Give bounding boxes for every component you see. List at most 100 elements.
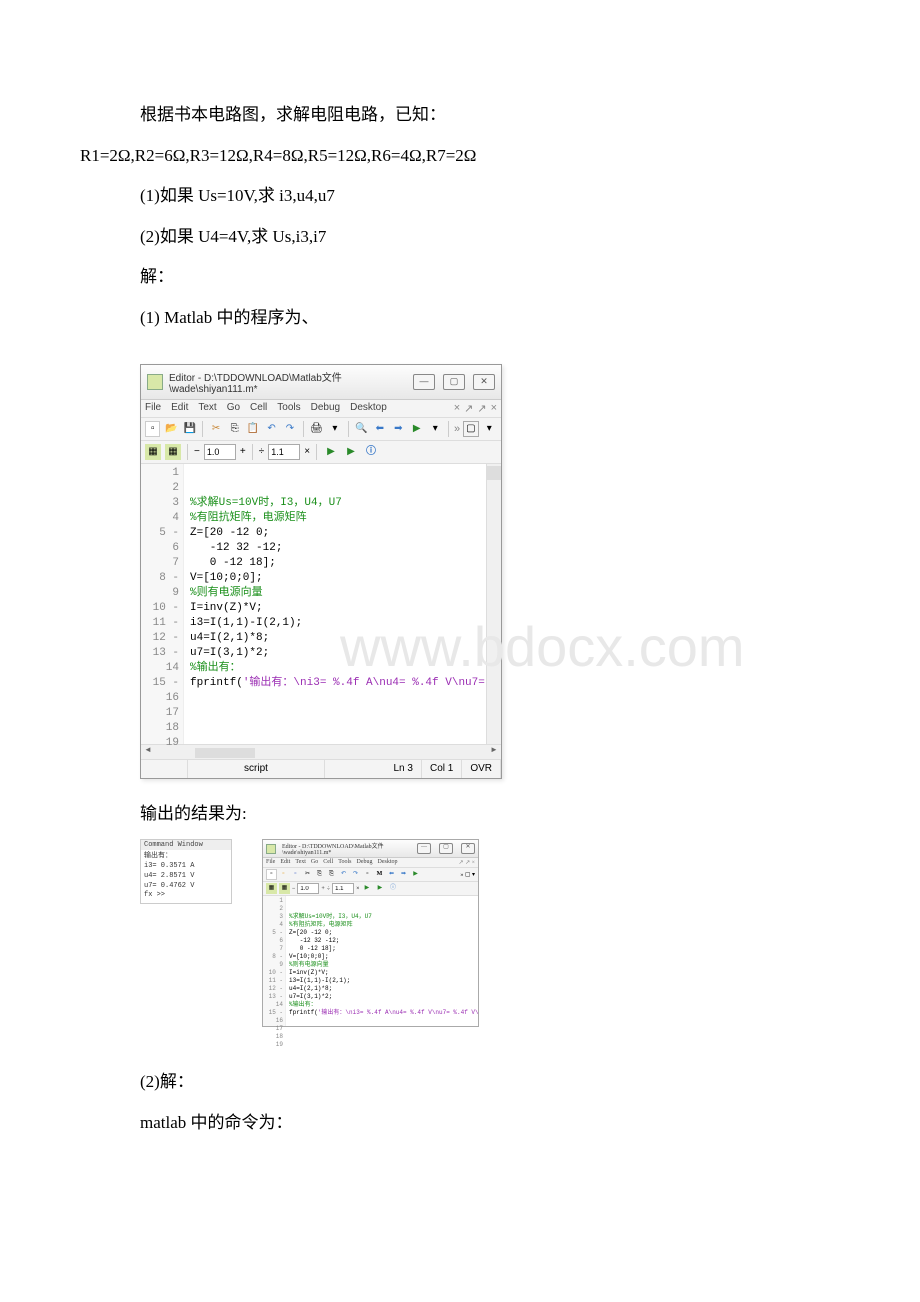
- back-icon[interactable]: ⬅: [372, 421, 387, 437]
- small-menu-file[interactable]: File: [266, 859, 275, 866]
- small-menu-edit[interactable]: Edit: [280, 859, 290, 866]
- small-undo-icon[interactable]: ↶: [338, 869, 349, 880]
- small-paste-icon[interactable]: ⎘: [326, 869, 337, 880]
- toolbar-dropdown-icon[interactable]: ▾: [482, 421, 497, 437]
- info-icon[interactable]: ⓘ: [363, 444, 379, 460]
- menu-file[interactable]: File: [145, 402, 161, 415]
- code-area[interactable]: 12345 -678 -910 -11 -12 -13 -1415 -16171…: [141, 464, 501, 744]
- close-button[interactable]: ✕: [473, 374, 495, 390]
- cell-minus[interactable]: −: [194, 446, 200, 457]
- small-menu-desktop[interactable]: Desktop: [378, 859, 398, 866]
- code-editor[interactable]: %求解Us=10V时，I3，U4，U7%有阻抗矩阵，电源矩阵Z=[20 -12 …: [184, 464, 486, 744]
- paste-icon[interactable]: 📋: [245, 421, 260, 437]
- menu-text[interactable]: Text: [198, 402, 216, 415]
- small-menu-go[interactable]: Go: [311, 859, 318, 866]
- scroll-left-icon[interactable]: ◄: [141, 745, 155, 759]
- open-icon[interactable]: 📂: [163, 421, 178, 437]
- menu-debug[interactable]: Debug: [311, 402, 340, 415]
- small-titlebar[interactable]: Editor - D:\TDDOWNLOAD\Matlab文件\wade\shi…: [263, 840, 478, 858]
- solve-label: 解：: [140, 262, 840, 293]
- find-icon[interactable]: 🔍: [354, 421, 369, 437]
- horizontal-scrollbar[interactable]: ◄ ►: [141, 744, 501, 759]
- cell-plus[interactable]: +: [240, 446, 246, 457]
- small-find-icon[interactable]: M: [374, 869, 385, 880]
- minimize-button[interactable]: —: [413, 374, 435, 390]
- small-step-input[interactable]: [297, 883, 319, 894]
- menubar: File Edit Text Go Cell Tools Debug Deskt…: [141, 400, 501, 418]
- command-window: Command Window 输出有： i3= 0.3571 A u4= 2.8…: [140, 839, 232, 904]
- small-menu-text[interactable]: Text: [295, 859, 306, 866]
- menu-more-icon[interactable]: ×: [454, 402, 460, 415]
- small-open-icon[interactable]: ▫: [278, 869, 289, 880]
- cmd-line: i3= 0.3571 A: [144, 862, 228, 872]
- run-dropdown-icon[interactable]: ▾: [427, 421, 442, 437]
- cell-mult[interactable]: ×: [304, 446, 310, 457]
- menu-edit[interactable]: Edit: [171, 402, 188, 415]
- small-close-button[interactable]: ✕: [461, 843, 475, 854]
- small-cell-toolbar: ▦ ▦ −+ ÷× ▶ ▶ ⓘ: [263, 882, 478, 896]
- vertical-scrollbar[interactable]: [486, 464, 501, 744]
- cell-mult-input[interactable]: [268, 444, 300, 460]
- find-dropdown-icon[interactable]: ▾: [327, 421, 342, 437]
- small-code-area[interactable]: 12345 -678 -910 -11 -12 -13 -1415 -16171…: [263, 896, 478, 1026]
- dock-icon[interactable]: ▢: [463, 421, 478, 437]
- redo-icon[interactable]: ↷: [282, 421, 297, 437]
- menu-desktop[interactable]: Desktop: [350, 402, 387, 415]
- problem-intro: 根据书本电路图，求解电阻电路，已知：: [140, 100, 840, 131]
- small-forward-icon[interactable]: ➡: [398, 869, 409, 880]
- toolbar-more-icon[interactable]: »: [454, 423, 460, 435]
- small-print-icon[interactable]: ▫: [362, 869, 373, 880]
- small-cell-icon[interactable]: ▦: [266, 883, 277, 894]
- menu-undock-icon[interactable]: ↗: [477, 402, 486, 415]
- small-menu-cell[interactable]: Cell: [323, 859, 333, 866]
- save-icon[interactable]: 💾: [182, 421, 197, 437]
- small-cut-icon[interactable]: ✂: [302, 869, 313, 880]
- cell-step-input[interactable]: [204, 444, 236, 460]
- matlab-editor-small: Editor - D:\TDDOWNLOAD\Matlab文件\wade\shi…: [262, 839, 479, 1027]
- titlebar[interactable]: Editor - D:\TDDOWNLOAD\Matlab文件\wade\shi…: [141, 365, 501, 400]
- cell-advance-icon[interactable]: ▶: [343, 444, 359, 460]
- small-window-title: Editor - D:\TDDOWNLOAD\Matlab文件\wade\shi…: [282, 841, 417, 856]
- menu-tools[interactable]: Tools: [277, 402, 300, 415]
- small-mult-input[interactable]: [332, 883, 354, 894]
- small-minimize-button[interactable]: —: [417, 843, 431, 854]
- cell-run-icon[interactable]: ▶: [323, 444, 339, 460]
- maximize-button[interactable]: ▢: [443, 374, 465, 390]
- run-icon[interactable]: ▶: [409, 421, 424, 437]
- small-menu-tools[interactable]: Tools: [338, 859, 351, 866]
- small-back-icon[interactable]: ⬅: [386, 869, 397, 880]
- small-cell-icon-2[interactable]: ▦: [279, 883, 290, 894]
- scroll-right-icon[interactable]: ►: [487, 745, 501, 759]
- cell-divide[interactable]: ÷: [259, 446, 265, 457]
- command-prompt[interactable]: fx >>: [144, 891, 228, 901]
- cell-icon-2[interactable]: ▦: [165, 444, 181, 460]
- small-redo-icon[interactable]: ↷: [350, 869, 361, 880]
- forward-icon[interactable]: ➡: [391, 421, 406, 437]
- small-gutter: 12345 -678 -910 -11 -12 -13 -1415 -16171…: [263, 896, 286, 1026]
- small-code-editor[interactable]: %求解Us=10V时，I3，U4，U7%有阻抗矩阵，电源矩阵Z=[20 -12 …: [286, 896, 478, 1026]
- part2-cmd: matlab 中的命令为：: [140, 1108, 840, 1139]
- small-menu-debug[interactable]: Debug: [357, 859, 373, 866]
- small-info-icon[interactable]: ⓘ: [387, 883, 398, 894]
- status-ovr: OVR: [462, 760, 501, 778]
- menu-close-icon[interactable]: ×: [491, 402, 497, 415]
- menu-go[interactable]: Go: [227, 402, 240, 415]
- question-2: (2)如果 U4=4V,求 Us,i3,i7: [140, 222, 840, 253]
- small-new-icon[interactable]: ▫: [266, 869, 277, 880]
- print-icon[interactable]: 🖨: [309, 421, 324, 437]
- menu-cell[interactable]: Cell: [250, 402, 267, 415]
- new-icon[interactable]: ▫: [145, 421, 160, 437]
- small-cell-adv-icon[interactable]: ▶: [374, 883, 385, 894]
- copy-icon[interactable]: ⎘: [227, 421, 242, 437]
- small-cell-run-icon[interactable]: ▶: [361, 883, 372, 894]
- small-copy-icon[interactable]: ⎘: [314, 869, 325, 880]
- cmd-line: u4= 2.8571 V: [144, 872, 228, 882]
- cell-icon-1[interactable]: ▦: [145, 444, 161, 460]
- cmd-line: u7= 0.4762 V: [144, 882, 228, 892]
- menu-expand-icon[interactable]: ↗: [464, 402, 473, 415]
- small-maximize-button[interactable]: ▢: [439, 843, 453, 854]
- small-run-icon[interactable]: ▶: [410, 869, 421, 880]
- cut-icon[interactable]: ✂: [208, 421, 223, 437]
- small-save-icon[interactable]: ▫: [290, 869, 301, 880]
- undo-icon[interactable]: ↶: [264, 421, 279, 437]
